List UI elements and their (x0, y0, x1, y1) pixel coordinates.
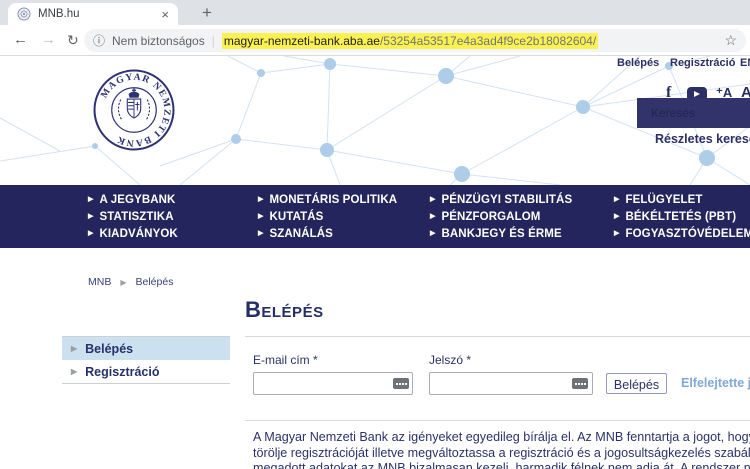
sidebar-arrow-icon: ▶ (71, 367, 77, 376)
nav-item-label: FELÜGYELET (625, 194, 702, 206)
breadcrumb-separator-icon: ▶ (120, 278, 126, 287)
nav-item-bekeltetes[interactable]: ▶ BÉKÉLTETÉS (PBT) (614, 208, 750, 225)
browser-tab[interactable]: MNB.hu × (8, 3, 178, 25)
main-navigation: ▶ A JEGYBANK ▶ STATISZTIKA ▶ KIADVÁNYOK ▶ MO… (0, 185, 750, 248)
nav-arrow-icon: ▶ (258, 230, 263, 237)
header-register-link[interactable]: Regisztráció (670, 57, 735, 69)
nav-arrow-icon: ▶ (614, 213, 619, 220)
content-top-divider (245, 336, 750, 337)
nav-item-statisztika[interactable]: ▶ STATISZTIKA (88, 208, 258, 225)
forgot-password-link[interactable]: Elfelejtette jelszavát? (681, 376, 750, 390)
site-search-box (637, 98, 750, 128)
webpage: MAGYAR NEMZETI BANK Belépés Regisztráció… (0, 56, 750, 469)
nav-item-felugyelet[interactable]: ▶ FELÜGYELET (614, 191, 750, 208)
security-label: Nem biztonságos (112, 34, 205, 48)
nav-item-penzugyi-stabilitas[interactable]: ▶ PÉNZÜGYI STABILITÁS (430, 191, 614, 208)
nav-item-szanalas[interactable]: ▶ SZANÁLÁS (258, 225, 430, 242)
nav-arrow-icon: ▶ (614, 230, 619, 237)
page-url[interactable]: magyar-nemzeti-bank.aba.ae/53254a53517e4… (222, 33, 598, 49)
sidebar-item-label: Belépés (85, 342, 133, 356)
paragraph-line: törölje regisztrációját illetve megválto… (253, 446, 750, 462)
page-title: Belépés (245, 297, 324, 323)
info-icon[interactable]: ⓘ (93, 32, 105, 49)
sidebar-arrow-icon: ▶ (71, 344, 77, 353)
password-manager-icon[interactable] (572, 378, 588, 389)
detailed-search-link[interactable]: Részletes keresés (655, 132, 750, 146)
nav-item-label: FOGYASZTÓVÉDELEM (625, 228, 750, 240)
nav-item-penzforgalom[interactable]: ▶ PÉNZFORGALOM (430, 208, 614, 225)
header-login-link[interactable]: Belépés (617, 57, 659, 69)
nav-item-label: SZANÁLÁS (269, 228, 332, 240)
breadcrumb-current: Belépés (136, 276, 174, 288)
nav-arrow-icon: ▶ (88, 196, 93, 203)
language-toggle-link[interactable]: EN (740, 57, 750, 69)
nav-item-label: PÉNZÜGYI STABILITÁS (441, 194, 572, 206)
address-bar[interactable]: ⓘ Nem biztonságos | magyar-nemzeti-bank.… (84, 29, 746, 52)
nav-item-jegybank[interactable]: ▶ A JEGYBANK (88, 191, 258, 208)
browser-window: MNB.hu × + ← → ↻ ⓘ Nem biztonságos | mag… (0, 0, 750, 469)
nav-item-label: PÉNZFORGALOM (441, 211, 540, 223)
nav-arrow-icon: ▶ (258, 196, 263, 203)
nav-arrow-icon: ▶ (430, 196, 435, 203)
forward-icon[interactable]: → (41, 30, 56, 50)
mnb-logo[interactable]: MAGYAR NEMZETI BANK (92, 68, 176, 152)
nav-item-label: KUTATÁS (269, 211, 323, 223)
nav-item-kiadvanyok[interactable]: ▶ KIADVÁNYOK (88, 225, 258, 242)
sidebar-item-belepes[interactable]: ▶ Belépés (62, 337, 230, 360)
new-tab-button[interactable]: + (194, 1, 220, 25)
nav-item-label: BANKJEGY ÉS ÉRME (441, 228, 561, 240)
nav-item-label: A JEGYBANK (99, 194, 175, 206)
nav-arrow-icon: ▶ (258, 213, 263, 220)
sidebar: ▶ Belépés ▶ Regisztráció (62, 336, 230, 384)
legal-paragraph: A Magyar Nemzeti Bank az igényeket egyed… (253, 430, 750, 469)
nav-item-bankjegy-es-erme[interactable]: ▶ BANKJEGY ÉS ÉRME (430, 225, 614, 242)
url-domain: magyar-nemzeti-bank.aba.ae (224, 34, 380, 48)
nav-item-fogyasztovedelem[interactable]: ▶ FOGYASZTÓVÉDELEM (614, 225, 750, 242)
password-label: Jelszó * (429, 353, 471, 367)
sidebar-item-regisztracio[interactable]: ▶ Regisztráció (62, 360, 230, 383)
nav-item-monetaris-politika[interactable]: ▶ MONETÁRIS POLITIKA (258, 191, 430, 208)
nav-item-label: STATISZTIKA (99, 211, 173, 223)
nav-arrow-icon: ▶ (88, 230, 93, 237)
tab-close-icon[interactable]: × (161, 8, 169, 21)
reload-icon[interactable]: ↻ (67, 30, 79, 50)
login-button[interactable]: Belépés (606, 373, 667, 394)
paragraph-line: megadott adatokat az MNB bizalmasan keze… (253, 461, 750, 469)
bookmark-star-icon[interactable]: ☆ (724, 32, 737, 49)
tab-strip: MNB.hu × + (0, 0, 750, 25)
password-manager-icon[interactable] (393, 378, 409, 389)
email-label: E-mail cím * (253, 353, 318, 367)
back-icon[interactable]: ← (13, 30, 28, 50)
nav-arrow-icon: ▶ (430, 213, 435, 220)
email-field[interactable] (253, 372, 413, 395)
browser-toolbar: ← → ↻ ⓘ Nem biztonságos | magyar-nemzeti… (0, 25, 750, 56)
tab-title: MNB.hu (38, 8, 161, 20)
form-bottom-divider (245, 420, 750, 421)
breadcrumb: MNB ▶ Belépés (88, 276, 173, 288)
nav-item-label: MONETÁRIS POLITIKA (269, 194, 397, 206)
nav-item-kutatas[interactable]: ▶ KUTATÁS (258, 208, 430, 225)
url-path: /53254a53517e4a3ad4f9ce2b18082604/ (380, 34, 596, 48)
site-favicon-icon (17, 7, 31, 21)
url-separator: | (212, 34, 215, 48)
search-input[interactable] (637, 98, 750, 128)
password-field[interactable] (429, 372, 593, 395)
nav-arrow-icon: ▶ (430, 230, 435, 237)
nav-arrow-icon: ▶ (88, 213, 93, 220)
nav-item-label: KIADVÁNYOK (99, 228, 177, 240)
paragraph-line: A Magyar Nemzeti Bank az igényeket egyed… (253, 430, 750, 446)
nav-arrow-icon: ▶ (614, 196, 619, 203)
sidebar-item-label: Regisztráció (85, 365, 159, 379)
nav-item-label: BÉKÉLTETÉS (PBT) (625, 211, 736, 223)
breadcrumb-root-link[interactable]: MNB (88, 276, 111, 288)
